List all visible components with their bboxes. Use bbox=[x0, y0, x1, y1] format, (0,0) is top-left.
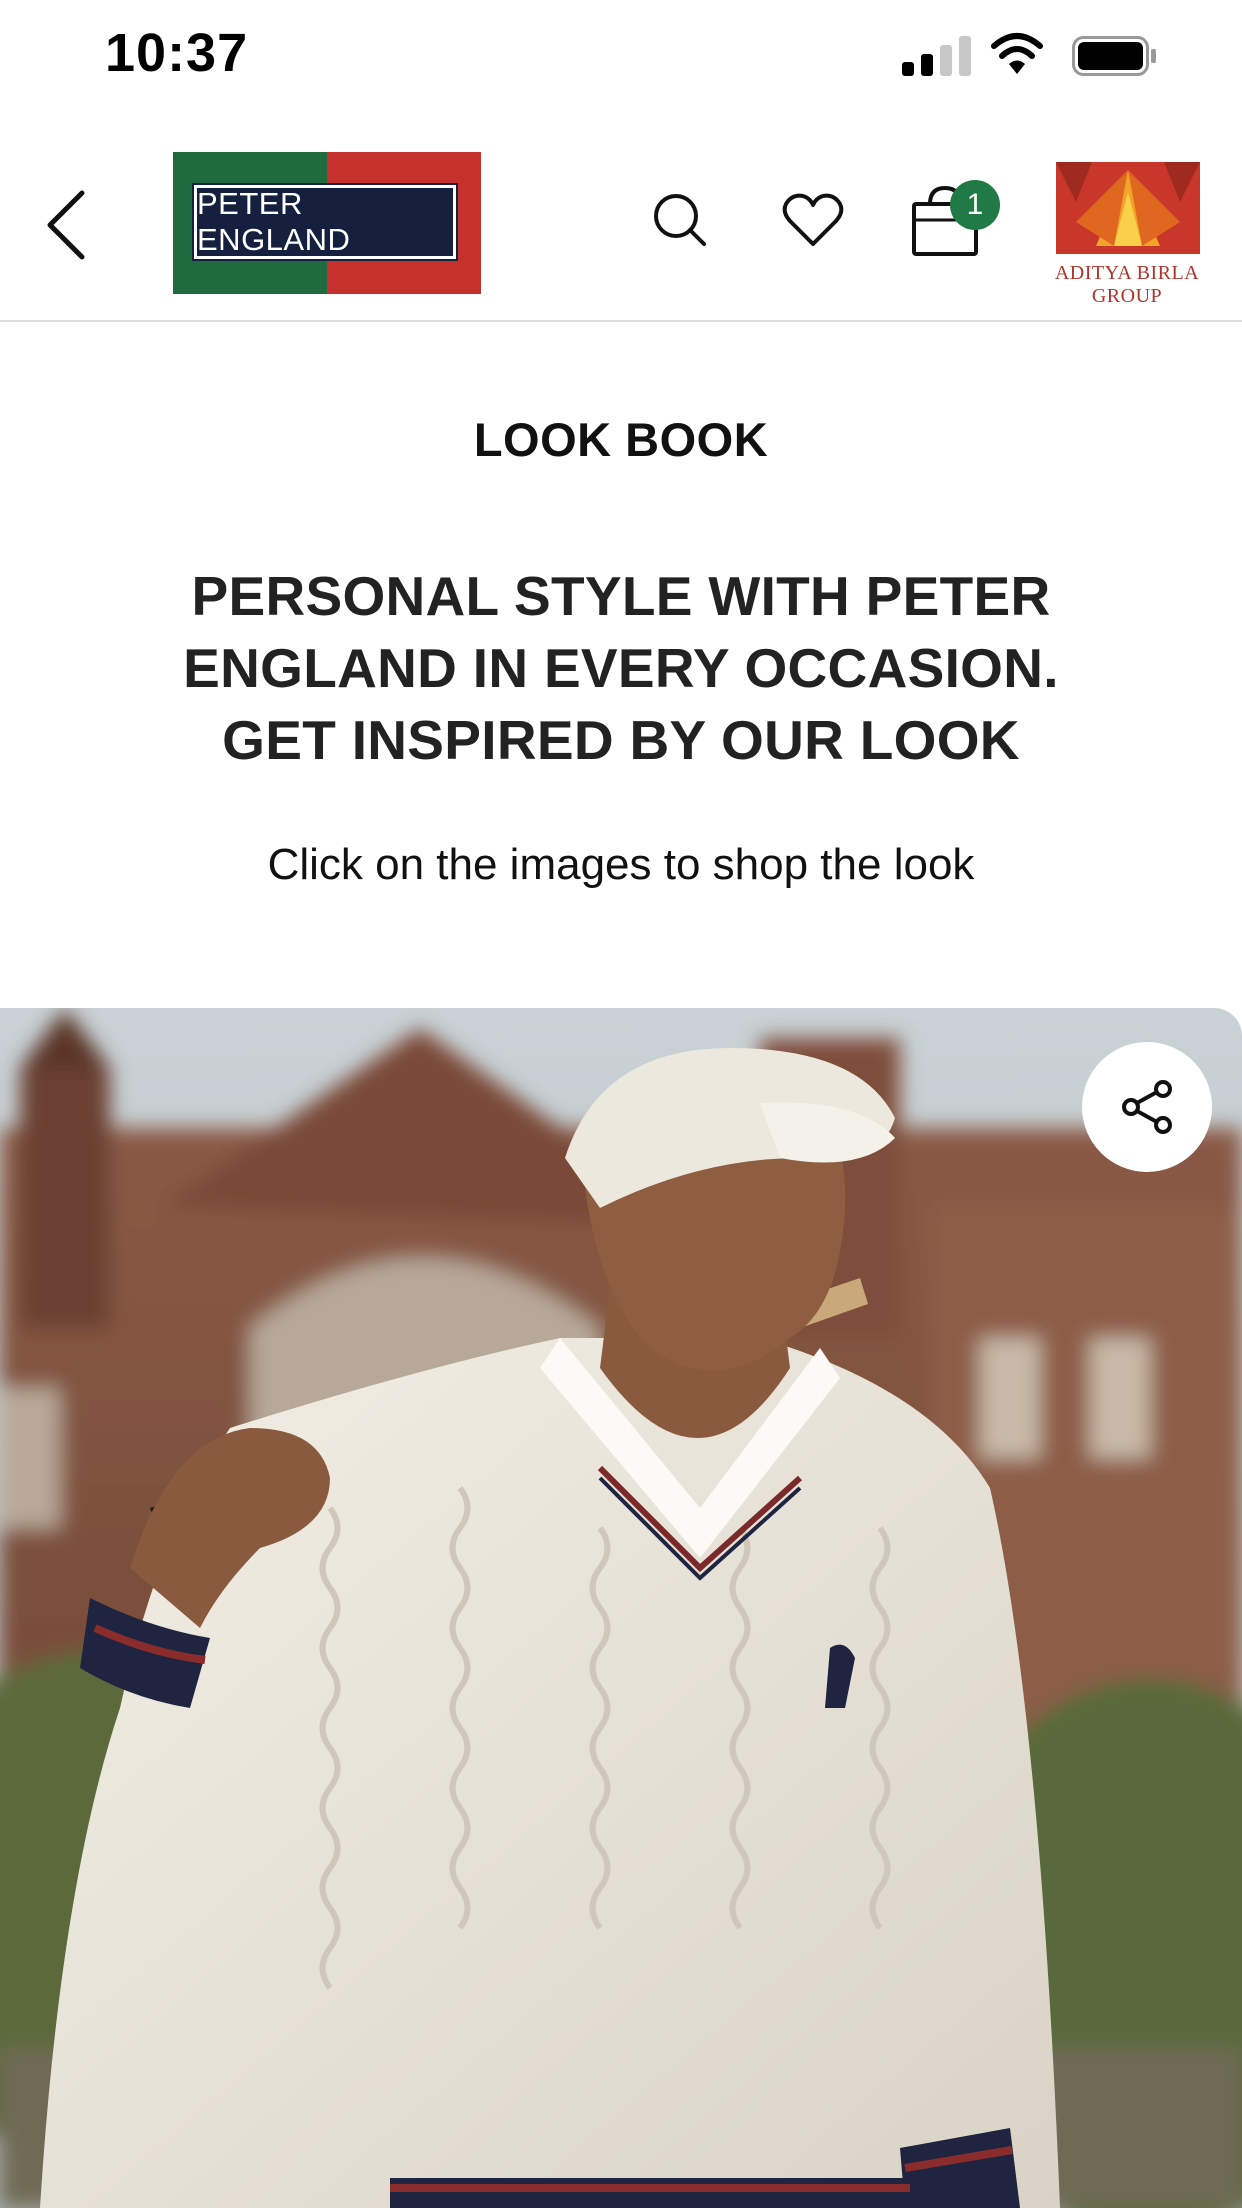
app-header: PETER ENGLAND 1 ADITYA BIRLA GROUP bbox=[0, 110, 1242, 322]
share-icon bbox=[1122, 1080, 1172, 1134]
sun-emblem-icon bbox=[1056, 162, 1200, 254]
status-bar: 10:37 bbox=[0, 0, 1242, 110]
battery-icon bbox=[1072, 36, 1156, 76]
brand-logo-text: PETER ENGLAND bbox=[192, 183, 458, 261]
status-time: 10:37 bbox=[105, 23, 249, 83]
group-logo-text: ADITYA BIRLA GROUP bbox=[1054, 262, 1200, 307]
lookbook-image[interactable] bbox=[0, 1008, 1242, 2208]
brand-logo[interactable]: PETER ENGLAND bbox=[173, 152, 481, 294]
lookbook-headline: PERSONAL STYLE WITH PETER ENGLAND IN EVE… bbox=[183, 565, 1059, 771]
search-icon[interactable] bbox=[652, 192, 708, 248]
cellular-signal-icon bbox=[902, 34, 972, 76]
share-button[interactable] bbox=[1082, 1042, 1212, 1172]
model-photo bbox=[0, 1008, 1242, 2208]
group-logo: ADITYA BIRLA GROUP bbox=[1022, 162, 1232, 307]
lookbook-subtext: Click on the images to shop the look bbox=[267, 840, 975, 889]
heart-icon[interactable] bbox=[782, 192, 844, 248]
wifi-icon bbox=[991, 33, 1043, 74]
back-button[interactable] bbox=[40, 185, 100, 265]
cart-count-badge: 1 bbox=[950, 180, 1000, 230]
page-title: LOOK BOOK bbox=[473, 413, 769, 466]
